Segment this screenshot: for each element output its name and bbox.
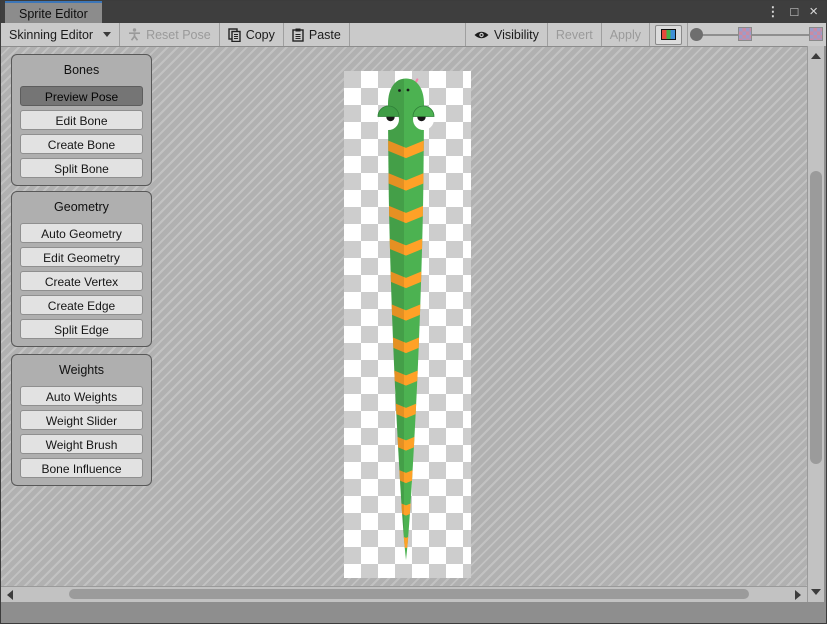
texture-preview-icon[interactable] bbox=[738, 27, 752, 41]
snake-left-eye bbox=[378, 106, 399, 130]
visibility-label: Visibility bbox=[494, 28, 539, 42]
split-edge-button[interactable]: Split Edge bbox=[20, 319, 143, 339]
sprite-editor-window: Sprite Editor ⋮ □ × Skinning Editor Rese… bbox=[0, 0, 827, 624]
toolbar: Skinning Editor Reset Pose Copy bbox=[1, 23, 826, 47]
sprite-canvas[interactable] bbox=[344, 71, 471, 578]
copy-button[interactable]: Copy bbox=[220, 23, 283, 46]
bone-influence-button[interactable]: Bone Influence bbox=[20, 458, 143, 478]
rgb-swatch-icon bbox=[661, 29, 676, 40]
revert-label: Revert bbox=[556, 28, 593, 42]
scroll-left-icon[interactable] bbox=[7, 590, 13, 600]
snake-right-eye bbox=[413, 106, 434, 130]
reset-pose-icon bbox=[128, 28, 141, 41]
reset-pose-label: Reset Pose bbox=[146, 28, 211, 42]
weights-panel: Weights Auto Weights Weight Slider Weigh… bbox=[11, 354, 152, 486]
horizontal-scrollbar-thumb[interactable] bbox=[69, 589, 749, 599]
titlebar: Sprite Editor ⋮ □ × bbox=[1, 1, 826, 23]
opacity-slider bbox=[690, 23, 823, 46]
snake-nostril bbox=[398, 89, 401, 92]
skinning-editor-dropdown[interactable]: Skinning Editor bbox=[1, 23, 119, 46]
copy-label: Copy bbox=[246, 28, 275, 42]
visibility-button[interactable]: Visibility bbox=[466, 23, 547, 46]
vertical-scrollbar-thumb[interactable] bbox=[810, 171, 822, 464]
maximize-icon[interactable]: □ bbox=[790, 1, 798, 23]
edit-bone-button[interactable]: Edit Bone bbox=[20, 110, 143, 130]
geometry-panel-title: Geometry bbox=[12, 198, 151, 223]
toolbar-divider bbox=[349, 23, 350, 46]
create-vertex-button[interactable]: Create Vertex bbox=[20, 271, 143, 291]
weight-slider-button[interactable]: Weight Slider bbox=[20, 410, 143, 430]
auto-weights-button[interactable]: Auto Weights bbox=[20, 386, 143, 406]
apply-label: Apply bbox=[610, 28, 641, 42]
revert-button[interactable]: Revert bbox=[548, 23, 601, 46]
edit-geometry-button[interactable]: Edit Geometry bbox=[20, 247, 143, 267]
skinning-editor-label: Skinning Editor bbox=[9, 28, 93, 42]
weights-panel-title: Weights bbox=[12, 361, 151, 386]
skinning-viewport[interactable]: Bones Preview Pose Edit Bone Create Bone… bbox=[1, 47, 807, 586]
auto-geometry-button[interactable]: Auto Geometry bbox=[20, 223, 143, 243]
vertical-scrollbar[interactable] bbox=[807, 46, 824, 602]
window-bottom-edge bbox=[1, 602, 826, 623]
green-snake-sprite bbox=[344, 71, 471, 578]
geometry-panel: Geometry Auto Geometry Edit Geometry Cre… bbox=[11, 191, 152, 347]
window-menu-icon[interactable]: ⋮ bbox=[766, 1, 779, 23]
create-bone-button[interactable]: Create Bone bbox=[20, 134, 143, 154]
preview-pose-button[interactable]: Preview Pose bbox=[20, 86, 143, 106]
paste-button[interactable]: Paste bbox=[284, 23, 349, 46]
snake-shading bbox=[344, 71, 404, 578]
scroll-down-icon[interactable] bbox=[811, 589, 821, 595]
overlay-color-button[interactable] bbox=[655, 25, 682, 45]
paste-label: Paste bbox=[309, 28, 341, 42]
bones-panel-title: Bones bbox=[12, 61, 151, 86]
split-bone-button[interactable]: Split Bone bbox=[20, 158, 143, 178]
window-controls: ⋮ □ × bbox=[766, 1, 818, 23]
slider-knob[interactable] bbox=[690, 28, 703, 41]
slider-track[interactable] bbox=[694, 34, 819, 36]
horizontal-scrollbar[interactable] bbox=[1, 586, 807, 602]
bones-panel: Bones Preview Pose Edit Bone Create Bone… bbox=[11, 54, 152, 186]
scroll-right-icon[interactable] bbox=[795, 590, 801, 600]
texture-preview-icon[interactable] bbox=[809, 27, 823, 41]
weight-brush-button[interactable]: Weight Brush bbox=[20, 434, 143, 454]
scroll-up-icon[interactable] bbox=[811, 53, 821, 59]
paste-icon bbox=[292, 28, 304, 42]
eye-icon bbox=[474, 30, 489, 40]
apply-button[interactable]: Apply bbox=[602, 23, 649, 46]
snake-nostril bbox=[407, 89, 410, 92]
close-icon[interactable]: × bbox=[809, 1, 818, 23]
create-edge-button[interactable]: Create Edge bbox=[20, 295, 143, 315]
toolbar-divider bbox=[649, 23, 650, 46]
tab-title: Sprite Editor bbox=[19, 7, 88, 21]
chevron-down-icon bbox=[103, 32, 111, 37]
copy-icon bbox=[228, 28, 241, 42]
toolbar-divider bbox=[687, 23, 688, 46]
tab-sprite-editor[interactable]: Sprite Editor bbox=[5, 1, 102, 23]
reset-pose-button[interactable]: Reset Pose bbox=[120, 23, 219, 46]
